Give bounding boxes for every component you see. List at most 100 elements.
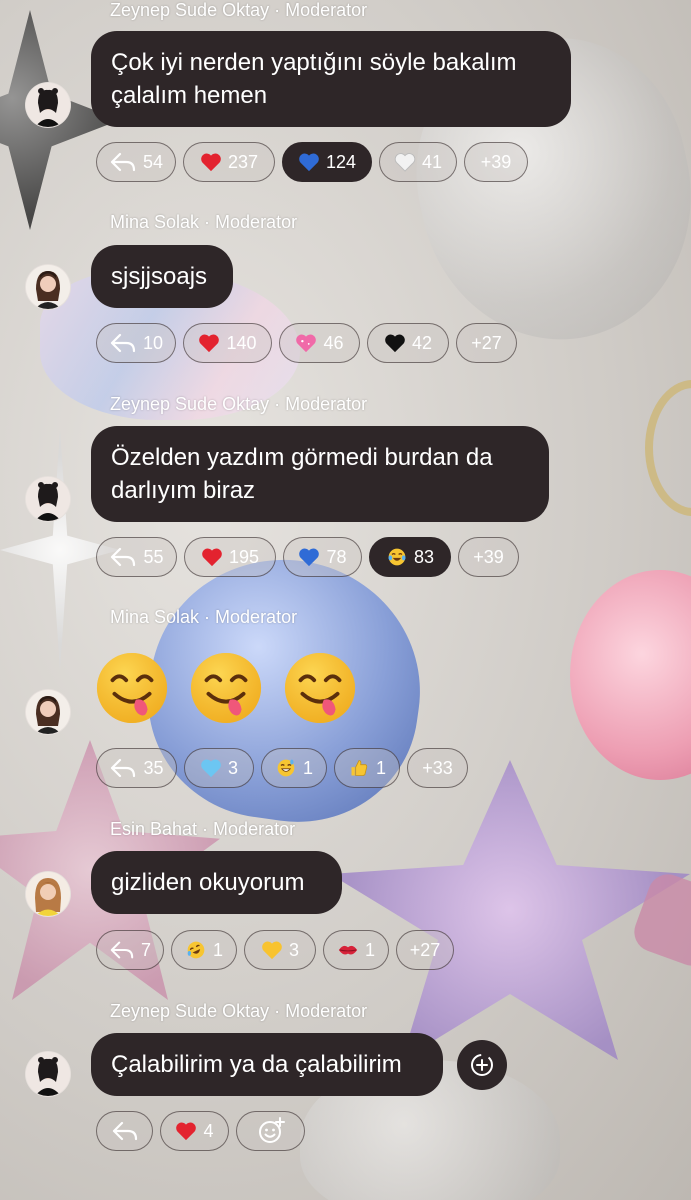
reaction-row: 55 195 78 83 +39 [96,537,519,577]
blue-heart-icon [299,548,320,567]
reaction-chip[interactable]: 3 [244,930,316,970]
reply-count: 7 [140,939,151,960]
reply-button[interactable]: 54 [96,142,176,182]
avatar[interactable] [25,871,71,917]
black-heart-icon [385,334,405,353]
reply-button[interactable]: 55 [96,537,177,577]
reply-arrow-icon [111,758,136,778]
add-reaction-button[interactable] [457,1040,507,1090]
reaction-chip[interactable]: 78 [283,537,362,577]
reaction-chip[interactable]: 42 [367,323,449,363]
reaction-chip[interactable]: 1 [334,748,400,788]
reaction-chip-selected[interactable]: 83 [369,537,451,577]
more-reactions-count: +33 [422,757,453,778]
reply-count: 55 [143,546,164,567]
reaction-row: 10 140 46 42 +27 [96,323,517,363]
reply-arrow-icon [110,333,136,353]
add-circle-icon [471,1054,493,1076]
reaction-chip[interactable]: 4 [160,1111,229,1151]
message-bubble[interactable]: Çok iyi nerden yaptığını söyle bakalım ç… [91,31,571,127]
reaction-count: 140 [226,332,257,353]
reply-count: 54 [142,151,163,172]
reaction-count: 1 [212,939,223,960]
message-text-line: sjsjjsoajs [111,263,208,290]
rolling-laughing-icon [187,941,205,959]
message-author: Mina Solak · Moderator [110,212,298,232]
reaction-row: 54 237 124 41 +39 [96,142,528,182]
message-bubble[interactable]: gizliden okuyorum [91,851,342,914]
tears-of-joy-icon [388,548,406,566]
reply-count: 10 [142,332,163,353]
message-list: Zeynep Sude Oktay · Moderator Çok iyi ne… [0,0,691,1200]
sparkling-heart-icon [296,334,317,353]
reaction-count: 41 [421,151,443,172]
message-text-line: gizliden okuyorum [111,869,305,896]
reaction-count: 124 [325,151,357,172]
reaction-row: 4 [96,1111,305,1151]
kiss-lips-icon [338,945,358,955]
add-emoji-icon [258,1117,285,1143]
message-text-line: Çalabilirim ya da çalabilirim [111,1051,402,1078]
light-blue-heart-icon [201,759,221,778]
thumbs-up-icon [351,760,368,776]
reply-count: 35 [143,757,164,778]
reply-arrow-icon [111,547,136,567]
avatar[interactable] [25,264,71,310]
yellow-heart-icon [262,941,282,960]
message-text-line: darlıyım biraz [111,477,256,504]
reaction-count: 4 [203,1120,214,1141]
message-text-line: Çok iyi nerden yaptığını söyle bakalım [111,49,517,76]
message-author: Zeynep Sude Oktay · Moderator [110,394,368,414]
red-heart-icon [201,153,221,172]
reply-button[interactable]: 35 [96,748,177,788]
yum-face-icon [96,652,168,724]
reaction-chip[interactable]: 140 [183,323,272,363]
red-heart-icon [202,548,222,567]
reaction-chip[interactable]: 41 [379,142,457,182]
emoji-message[interactable]: 😋😋😋 [95,650,357,726]
reaction-count: 46 [323,332,344,353]
grinning-sweat-icon [277,759,295,777]
reaction-count: 3 [227,757,238,778]
reaction-chip[interactable]: 1 [261,748,327,788]
avatar[interactable] [25,689,71,735]
more-reactions-button[interactable]: +39 [464,142,528,182]
more-reactions-button[interactable]: +27 [396,930,454,970]
reaction-chip[interactable]: 237 [183,142,275,182]
reaction-count: 78 [326,546,347,567]
reaction-chip[interactable]: 195 [184,537,276,577]
add-reaction-emoji-button[interactable] [236,1111,305,1151]
avatar[interactable] [25,82,71,128]
more-reactions-count: +27 [409,939,441,960]
message-bubble[interactable]: Çalabilirim ya da çalabilirim [91,1033,443,1096]
more-reactions-button[interactable]: +33 [407,748,468,788]
message-author: Zeynep Sude Oktay · Moderator [110,1001,368,1021]
reaction-chip[interactable]: 46 [279,323,360,363]
reaction-count: 1 [302,757,313,778]
avatar[interactable] [25,476,71,522]
red-heart-icon [199,334,220,353]
avatar[interactable] [25,1051,71,1097]
reply-button[interactable]: 7 [96,930,164,970]
reaction-count: 1 [375,757,386,778]
yum-face-icon [284,652,356,724]
reaction-count: 237 [227,151,259,172]
reaction-chip[interactable]: 1 [323,930,389,970]
more-reactions-button[interactable]: +39 [458,537,519,577]
more-reactions-button[interactable]: +27 [456,323,517,363]
reply-button[interactable] [96,1111,153,1151]
white-heart-icon [394,153,416,172]
message-bubble[interactable]: Özelden yazdım görmedi burdan da darlıyı… [91,426,549,522]
more-reactions-count: +39 [473,546,504,567]
reaction-count: 195 [228,546,260,567]
yum-face-icon [190,652,262,724]
reaction-row: 35 3 1 1 +33 [96,748,468,788]
message-bubble[interactable]: sjsjjsoajs [91,245,233,308]
reaction-chip[interactable]: 3 [184,748,254,788]
reply-arrow-icon [112,1121,137,1141]
reaction-count: 42 [411,332,433,353]
reply-button[interactable]: 10 [96,323,176,363]
reply-arrow-icon [110,941,134,959]
reaction-chip-selected[interactable]: 124 [282,142,372,182]
reaction-chip[interactable]: 1 [171,930,237,970]
